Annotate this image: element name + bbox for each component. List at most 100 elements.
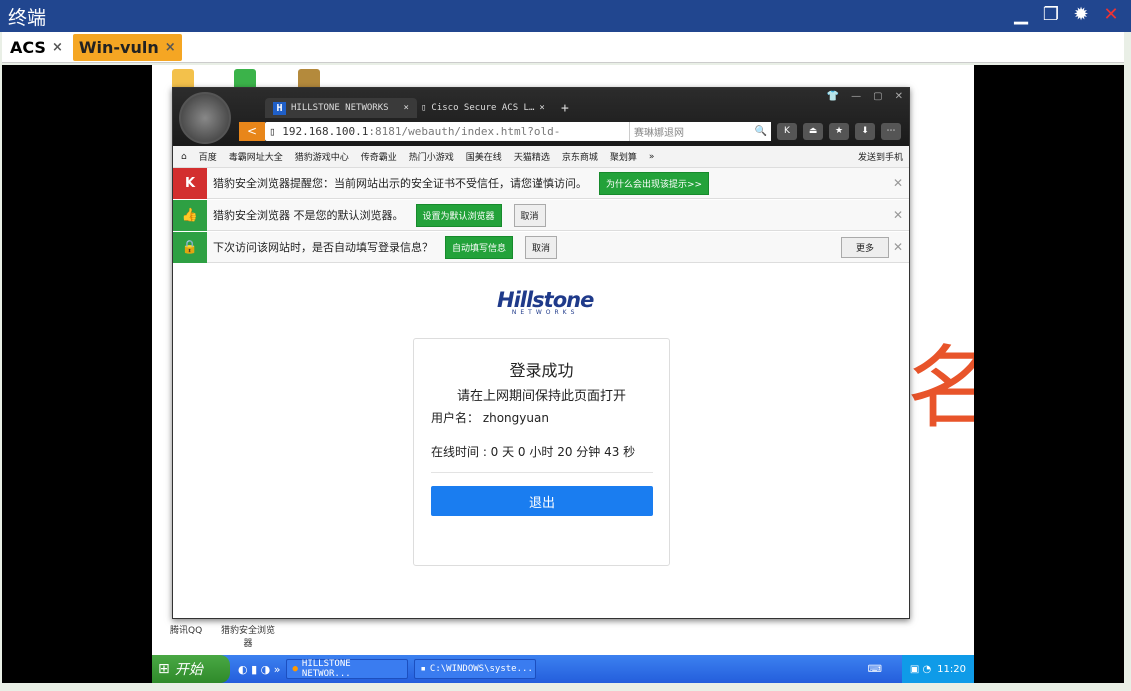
- thumbs-up-icon: 👍: [173, 199, 207, 231]
- tab-close-icon[interactable]: ×: [165, 40, 176, 55]
- tray-icons[interactable]: ▣ ◔: [910, 664, 931, 675]
- bookmark-item[interactable]: 百度: [199, 150, 217, 163]
- cancel-button[interactable]: 取消: [525, 235, 558, 259]
- taskbar-item-browser[interactable]: ● HILLSTONE NETWOR...: [286, 659, 409, 679]
- close-icon[interactable]: ✕: [893, 240, 903, 254]
- cheetah-icon: ●: [292, 664, 298, 674]
- browser-tab-label: Cisco Secure ACS L…: [431, 103, 535, 113]
- tab-close-icon[interactable]: ×: [539, 103, 544, 113]
- divider: [431, 472, 653, 473]
- browser-header: H HILLSTONE NETWORKS × ▯ Cisco Secure AC…: [173, 88, 909, 146]
- browser-toolbar: K ⏏ ★ ⬇ ⋯: [777, 123, 901, 140]
- address-host: 192.168.100.1: [282, 125, 369, 138]
- bookmark-item[interactable]: 聚划算: [610, 150, 637, 163]
- logout-button[interactable]: 退出: [431, 486, 653, 516]
- tab-win-vuln[interactable]: Win-vuln ×: [72, 33, 182, 61]
- page-icon: ▯: [269, 125, 283, 138]
- bookmark-item[interactable]: 猎豹游戏中心: [295, 150, 349, 163]
- send-to-phone-button[interactable]: 发送到手机: [858, 150, 903, 163]
- desktop-label-browser[interactable]: 猎豹安全浏览器: [218, 623, 278, 649]
- windows-taskbar: ⊞ 开始 ◐ ▮ ◑ » ● HILLSTONE NETWOR... ▪ C:\…: [152, 655, 974, 683]
- more-button[interactable]: 更多: [840, 236, 889, 258]
- cmd-icon: ▪: [420, 664, 426, 674]
- quicklaunch-icons[interactable]: ◐ ▮ ◑ »: [238, 663, 280, 676]
- star-icon[interactable]: ★: [829, 123, 849, 140]
- page-title: 登录成功: [509, 361, 574, 380]
- clock[interactable]: 11:20: [937, 664, 966, 675]
- new-tab-button[interactable]: +: [553, 98, 577, 118]
- cheetah-logo-icon[interactable]: [179, 92, 231, 144]
- windows-logo-icon: ⊞: [158, 661, 170, 677]
- remote-desktop[interactable]: 名 腾讯QQ 猎豹安全浏览器 H HILLSTONE NETWORKS × ▯ …: [152, 65, 974, 683]
- username-text: 用户名： zhongyuan: [431, 411, 549, 425]
- cert-warning-bar: K 猎豹安全浏览器提醒您：当前网站出示的安全证书不受信任，请您谨慎访问。 为什么…: [173, 167, 909, 199]
- window-controls: ▁ ❐ ✹ ✕: [1011, 4, 1121, 25]
- desktop-label-qq[interactable]: 腾讯QQ: [170, 623, 202, 636]
- session-tabbar: ACS × Win-vuln ×: [2, 32, 1124, 63]
- bookmark-item[interactable]: 京东商城: [562, 150, 598, 163]
- maximize-icon[interactable]: ▢: [873, 91, 882, 102]
- lock-icon[interactable]: ⏏: [803, 123, 823, 140]
- menu-icon[interactable]: ⋯: [881, 123, 901, 140]
- bookmark-item[interactable]: 国美在线: [466, 150, 502, 163]
- search-box[interactable]: 赛琳娜退网 🔍: [629, 122, 771, 141]
- browser-window[interactable]: H HILLSTONE NETWORKS × ▯ Cisco Secure AC…: [172, 87, 910, 619]
- taskbar-item-label: C:\WINDOWS\syste...: [429, 664, 533, 674]
- search-placeholder: 赛琳娜退网: [634, 128, 684, 139]
- notice-text: 猎豹安全浏览器提醒您：当前网站出示的安全证书不受信任，请您谨慎访问。: [213, 177, 587, 190]
- background-text: 名: [907, 336, 974, 441]
- notice-text: 猎豹安全浏览器 不是您的默认浏览器。: [213, 209, 404, 222]
- window-titlebar: 终端 ▁ ❐ ✹ ✕: [0, 0, 1131, 32]
- lock-icon: 🔒: [173, 231, 207, 263]
- set-default-button[interactable]: 设置为默认浏览器: [415, 203, 502, 227]
- close-icon[interactable]: ✕: [895, 91, 903, 102]
- start-button[interactable]: ⊞ 开始: [152, 655, 230, 683]
- bookmark-item[interactable]: 天猫精选: [514, 150, 550, 163]
- notice-text: 下次访问该网站时，是否自动填写登录信息？: [213, 241, 433, 254]
- bookmark-item[interactable]: 毒霸网址大全: [229, 150, 283, 163]
- taskbar-item-cmd[interactable]: ▪ C:\WINDOWS\syste...: [414, 659, 537, 679]
- kingsoft-icon[interactable]: K: [777, 123, 797, 140]
- cancel-button[interactable]: 取消: [513, 203, 546, 227]
- bookmarks-more-icon[interactable]: »: [649, 152, 655, 162]
- default-browser-bar: 👍 猎豹安全浏览器 不是您的默认浏览器。 设置为默认浏览器 取消 ✕: [173, 199, 909, 231]
- start-label: 开始: [174, 662, 203, 678]
- hillstone-favicon-icon: H: [273, 101, 286, 115]
- minimize-icon[interactable]: ▁: [1011, 4, 1031, 25]
- kingsoft-warning-icon: K: [173, 167, 207, 199]
- hillstone-logo: Hillstone NETWORKS: [497, 288, 594, 316]
- browser-tab-cisco[interactable]: ▯ Cisco Secure ACS L… ×: [413, 98, 553, 118]
- login-success-card: 登录成功 请在上网期间保持此页面打开 用户名： zhongyuan 在线时间 :…: [413, 338, 670, 566]
- download-icon[interactable]: ⬇: [855, 123, 875, 140]
- restore-icon[interactable]: ❐: [1041, 4, 1061, 25]
- autofill-button[interactable]: 自动填写信息: [445, 235, 514, 259]
- browser-tab-label: HILLSTONE NETWORKS: [291, 103, 389, 113]
- keyboard-icon[interactable]: ⌨: [868, 664, 882, 675]
- bookmark-item[interactable]: 热门小游戏: [409, 150, 454, 163]
- tab-acs[interactable]: ACS ×: [4, 34, 69, 61]
- address-path: :8181/webauth/index.html?old-: [368, 125, 561, 138]
- back-button[interactable]: <: [239, 122, 265, 141]
- tab-close-icon[interactable]: ×: [404, 103, 409, 113]
- online-time-text: 在线时间 : 0 天 0 小时 20 分钟 43 秒: [431, 445, 636, 459]
- tab-label: Win-vuln: [78, 37, 159, 57]
- bookmark-item[interactable]: 传奇霸业: [361, 150, 397, 163]
- tab-close-icon[interactable]: ×: [52, 40, 63, 55]
- system-tray: ▣ ◔ 11:20: [902, 655, 974, 683]
- remote-screen[interactable]: 名 腾讯QQ 猎豹安全浏览器 H HILLSTONE NETWORKS × ▯ …: [2, 65, 1124, 683]
- bookmarks-bar: ⌂ 百度 毒霸网址大全 猎豹游戏中心 传奇霸业 热门小游戏 国美在线 天猫精选 …: [173, 146, 909, 168]
- skin-icon[interactable]: 👕: [827, 91, 839, 102]
- close-icon[interactable]: ✕: [893, 176, 903, 190]
- keep-open-text: 请在上网期间保持此页面打开: [456, 389, 626, 404]
- home-icon[interactable]: ⌂: [181, 152, 187, 162]
- browser-tab-hillstone[interactable]: H HILLSTONE NETWORKS ×: [265, 98, 417, 118]
- minimize-icon[interactable]: —: [851, 91, 861, 102]
- browser-window-controls: 👕 — ▢ ✕: [827, 91, 903, 102]
- gear-icon[interactable]: ✹: [1071, 4, 1091, 25]
- autofill-bar: 🔒 下次访问该网站时，是否自动填写登录信息？ 自动填写信息 取消 更多 ✕: [173, 231, 909, 263]
- close-icon[interactable]: ✕: [893, 208, 903, 222]
- search-icon[interactable]: 🔍: [755, 126, 767, 137]
- why-warning-button[interactable]: 为什么会出现该提示>>: [599, 171, 710, 195]
- close-icon[interactable]: ✕: [1101, 4, 1121, 25]
- tab-label: ACS: [10, 37, 46, 57]
